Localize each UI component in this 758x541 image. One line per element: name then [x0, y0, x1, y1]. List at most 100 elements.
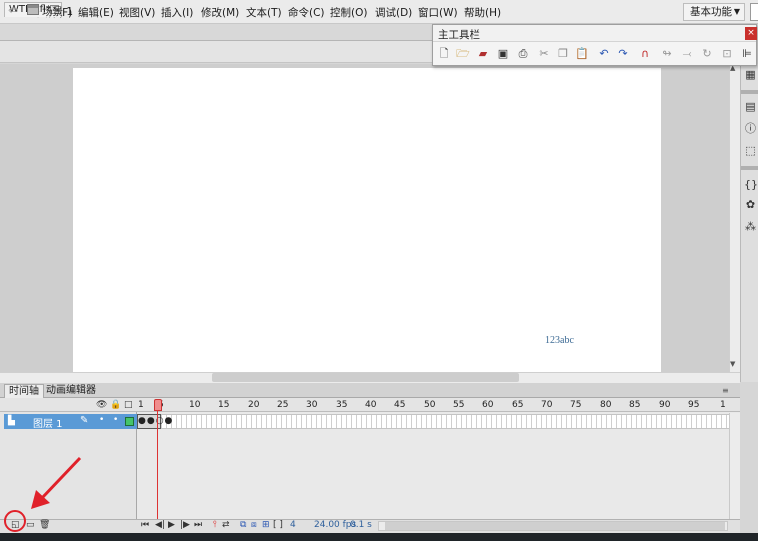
annotation-circle — [4, 510, 26, 532]
layer-name[interactable]: 图层 1 — [33, 415, 63, 430]
ruler-label: 35 — [336, 400, 348, 410]
lock-icon[interactable]: 🔒 — [110, 400, 121, 410]
copy-icon[interactable]: ❐ — [556, 47, 570, 61]
paste-icon[interactable]: 📋 — [575, 47, 589, 61]
back-arrow-icon[interactable]: ⇦ — [8, 3, 18, 17]
library-icon[interactable]: ▤ — [744, 100, 757, 113]
layer-outline-color[interactable] — [125, 417, 134, 426]
menu-insert[interactable]: 插入(I) — [161, 5, 193, 20]
menu-view[interactable]: 视图(V) — [119, 5, 155, 20]
workspace-label: 基本功能 — [690, 6, 732, 18]
stage-vertical-scrollbar[interactable] — [729, 64, 740, 373]
ruler-label: 80 — [600, 400, 612, 410]
chevron-down-icon: ▼ — [733, 7, 740, 16]
eye-icon[interactable]: 👁 — [96, 400, 107, 410]
menu-edit[interactable]: 编辑(E) — [78, 5, 114, 20]
timeline-vertical-scrollbar[interactable] — [729, 413, 740, 520]
cut-icon[interactable]: ✂ — [537, 47, 551, 61]
ruler-label: 20 — [248, 400, 260, 410]
ruler-label: 85 — [629, 400, 641, 410]
loop-icon[interactable]: ⇄ — [222, 520, 230, 530]
scale-icon[interactable]: ⊡ — [720, 47, 734, 61]
ruler-label: 70 — [541, 400, 553, 410]
ruler-label: 95 — [688, 400, 700, 410]
save-icon[interactable]: ▣ — [496, 47, 510, 61]
scene-icon — [27, 4, 39, 15]
visibility-dot[interactable]: • — [99, 415, 104, 425]
rotate-icon[interactable]: ↻ — [700, 47, 714, 61]
print-icon[interactable]: ⎙ — [516, 47, 530, 61]
info-icon[interactable]: ⓘ — [744, 122, 757, 135]
toolbar-title-bar[interactable] — [433, 25, 756, 42]
ruler-label: 15 — [218, 400, 230, 410]
ruler-label: 50 — [424, 400, 436, 410]
current-frame[interactable]: 4 — [290, 520, 296, 530]
go-to-last-frame-icon[interactable]: ⏭ — [194, 520, 202, 530]
ruler-label: 60 — [482, 400, 494, 410]
align-panel-icon[interactable]: ▦ — [744, 68, 757, 81]
outline-icon[interactable]: □ — [124, 400, 133, 410]
delete-layer-icon[interactable]: 🗑 — [39, 520, 50, 530]
layer-icon: ▙ — [8, 416, 15, 426]
workspace-switcher[interactable]: 基本功能 ▼ — [683, 3, 745, 21]
toolbar-title: 主工具栏 — [438, 29, 480, 41]
menu-modify[interactable]: 修改(M) — [201, 5, 239, 20]
ruler-label: 1 — [720, 400, 726, 410]
ruler-label: 90 — [659, 400, 671, 410]
elapsed-time[interactable]: 0.1 s — [350, 520, 372, 530]
menu-control[interactable]: 控制(O) — [330, 5, 367, 20]
onion-skin-icon[interactable]: ⧉ — [240, 520, 246, 530]
tab-timeline[interactable]: 时间轴 — [4, 384, 44, 398]
menu-help[interactable]: 帮助(H) — [464, 5, 501, 20]
ruler-label: 45 — [394, 400, 406, 410]
menu-window[interactable]: 窗口(W) — [418, 5, 458, 20]
playhead[interactable] — [154, 399, 162, 411]
step-back-icon[interactable]: ◀| — [155, 520, 165, 530]
pencil-icon: ✎ — [80, 415, 89, 426]
panel-menu-icon[interactable]: ≡ — [722, 386, 729, 395]
layer-frames[interactable] — [137, 414, 729, 429]
snap-magnet-icon[interactable]: ∩ — [638, 47, 652, 61]
ruler-label: 55 — [453, 400, 465, 410]
ruler-label: 1 — [138, 400, 144, 410]
tab-motion-editor[interactable]: 动画编辑器 — [42, 384, 100, 398]
scroll-down-icon[interactable]: ▼ — [730, 360, 735, 368]
new-folder-icon[interactable]: ▭ — [26, 520, 35, 530]
undo-icon[interactable]: ↶ — [597, 47, 611, 61]
new-file-icon[interactable]: 🗋 — [437, 47, 451, 61]
menu-debug[interactable]: 调试(D) — [375, 5, 412, 20]
ruler-label: 10 — [189, 400, 201, 410]
transform-icon[interactable]: ⬚ — [744, 144, 757, 157]
step-forward-icon[interactable]: |▶ — [180, 520, 190, 530]
modify-markers-icon[interactable]: [ ] — [273, 520, 283, 530]
edit-multiple-frames-icon[interactable]: ⊞ — [262, 520, 270, 530]
components-icon[interactable]: ✿ — [744, 198, 757, 211]
onion-outline-icon[interactable]: ⧈ — [251, 520, 257, 530]
os-taskbar — [0, 533, 758, 541]
stage[interactable] — [73, 68, 661, 372]
straighten-icon[interactable]: ⤙ — [680, 47, 694, 61]
ruler-label: 25 — [277, 400, 289, 410]
panel-divider — [741, 166, 758, 170]
menu-commands[interactable]: 命令(C) — [288, 5, 325, 20]
stage-text-object[interactable]: 123abc — [545, 335, 574, 346]
stage-horizontal-scroll-thumb[interactable] — [212, 373, 519, 382]
code-snippets-icon[interactable]: {} — [744, 178, 758, 191]
go-to-first-frame-icon[interactable]: ⏮ — [141, 520, 149, 530]
align-icon[interactable]: ⊫ — [740, 47, 754, 61]
menu-text[interactable]: 文本(T) — [246, 5, 282, 20]
lock-dot[interactable]: • — [113, 415, 118, 425]
play-icon[interactable]: ▶ — [168, 520, 175, 530]
timeline-horizontal-scroll-thumb[interactable] — [385, 522, 725, 530]
close-icon[interactable]: × — [745, 27, 757, 40]
ruler-label: 65 — [512, 400, 524, 410]
search-input[interactable] — [750, 3, 758, 21]
center-frame-icon[interactable]: ⫯ — [213, 520, 217, 530]
panel-divider — [741, 90, 758, 94]
timeline-tab-bar — [0, 383, 740, 398]
redo-icon[interactable]: ↷ — [616, 47, 630, 61]
open-folder-icon[interactable]: 🗁 — [456, 47, 470, 61]
motion-presets-icon[interactable]: ⁂ — [744, 220, 757, 233]
smooth-icon[interactable]: ↬ — [660, 47, 674, 61]
bridge-icon[interactable]: ▰ — [476, 47, 490, 61]
